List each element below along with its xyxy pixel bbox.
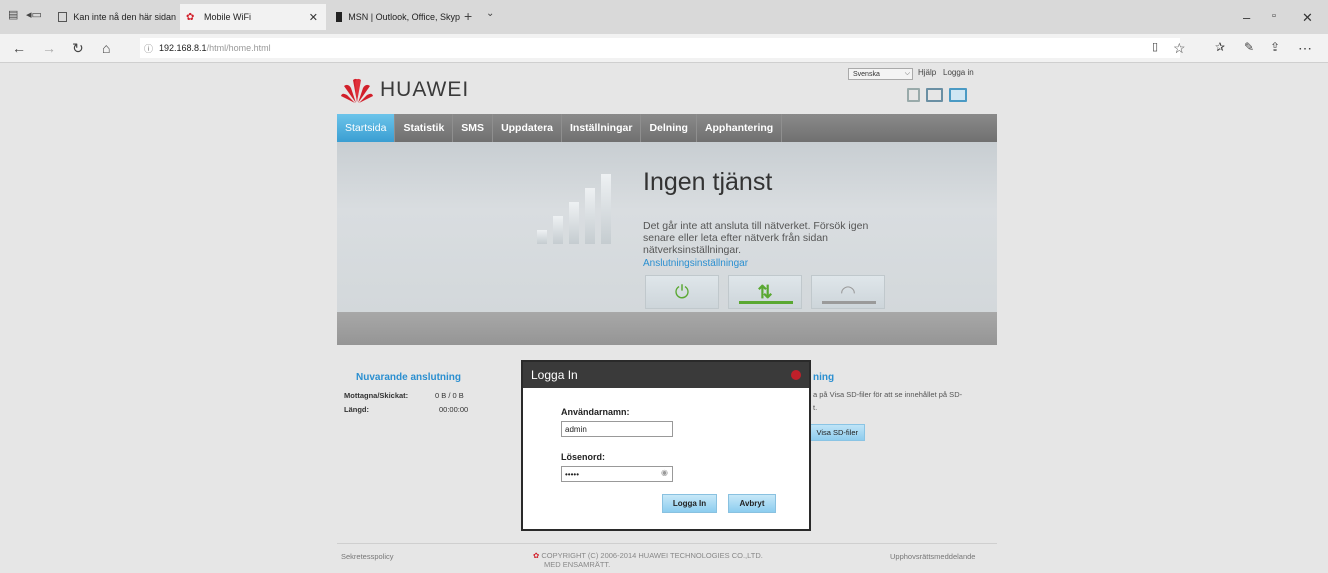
menu-statistik[interactable]: Statistik: [395, 114, 454, 142]
more-icon[interactable]: ⋯: [1298, 40, 1312, 57]
new-tab-icon[interactable]: +: [464, 8, 472, 24]
minimize-icon[interactable]: –: [1243, 10, 1250, 25]
show-password-icon[interactable]: ◉: [661, 468, 668, 477]
reading-view-icon[interactable]: ▯: [1152, 40, 1158, 53]
login-link[interactable]: Logga in: [943, 68, 974, 77]
home-icon[interactable]: ⌂: [102, 40, 110, 56]
username-label: Användarnamn:: [561, 407, 630, 417]
tab-msn[interactable]: MSN | Outlook, Office, Skyp: [330, 4, 460, 30]
data-transfer-icon: ⇅: [757, 281, 773, 302]
address-bar-row: ← → ↻ ⌂ ⓘ 192.168.8.1/html/home.html ▯ ☆…: [0, 34, 1328, 63]
device-icons: [907, 88, 967, 102]
brand-wordmark: HUAWEI: [380, 78, 470, 101]
phone-icon: [949, 88, 967, 102]
close-icon[interactable]: [791, 370, 801, 380]
refresh-icon[interactable]: ↻: [72, 40, 84, 57]
huawei-small-logo-icon: ✿: [533, 551, 540, 560]
copyright: ✿ COPYRIGHT (C) 2006-2014 HUAWEI TECHNOL…: [533, 551, 763, 569]
browser-tab-bar: ▤ ◂▭ Kan inte nå den här sidan ✿ Mobile …: [0, 0, 1328, 34]
tab-label: MSN | Outlook, Office, Skyp: [348, 12, 460, 22]
menu-apphantering[interactable]: Apphantering: [697, 114, 783, 142]
page-footer: Sekretesspolicy ✿ COPYRIGHT (C) 2006-201…: [337, 543, 997, 573]
restore-icon[interactable]: ▫: [1272, 10, 1276, 22]
language-value: Svenska: [853, 70, 880, 78]
tab-cant-reach[interactable]: Kan inte nå den här sidan: [52, 4, 176, 30]
sd-description-2: t.: [813, 403, 818, 412]
power-icon: ⏻: [674, 281, 690, 302]
data-status-underline: [739, 301, 793, 304]
menu-startsida[interactable]: Startsida: [337, 114, 396, 142]
url-host: 192.168.8.1: [159, 43, 207, 53]
wifi-icon: ◠: [840, 281, 856, 302]
password-label: Lösenord:: [561, 452, 605, 462]
tab-label: Kan inte nå den här sidan: [73, 12, 176, 22]
duration-label: Längd:: [344, 405, 369, 414]
back-icon[interactable]: ←: [12, 40, 26, 56]
current-connection-title: Nuvarande anslutning: [356, 372, 462, 383]
tab-list-chevron-icon[interactable]: ⌄: [486, 8, 494, 19]
duration-value: 00:00:00: [439, 405, 469, 414]
password-field[interactable]: [561, 466, 673, 482]
network-status-message: Det går inte att ansluta till nätverket.…: [643, 220, 869, 256]
copyright-notice-link[interactable]: Upphovsrättsmeddelande: [890, 552, 975, 561]
share-icon[interactable]: ⇪: [1270, 40, 1280, 54]
status-panel: Ingen tjänst Det går inte att ansluta ti…: [337, 142, 997, 312]
close-tab-icon[interactable]: ✕: [309, 11, 318, 24]
page-icon: [58, 12, 68, 22]
tab-mobile-wifi[interactable]: ✿ Mobile WiFi ✕: [180, 4, 326, 30]
favorites-hub-icon[interactable]: ✰: [1215, 40, 1225, 54]
login-dialog: Logga In Användarnamn: Lösenord: ◉ Logga…: [521, 360, 811, 531]
computer-icon: [907, 88, 920, 102]
msn-favicon-icon: [336, 12, 343, 22]
menu-delning[interactable]: Delning: [641, 114, 697, 142]
help-link[interactable]: Hjälp: [918, 68, 936, 77]
login-submit-button[interactable]: Logga In: [662, 494, 717, 513]
info-icon: ⓘ: [144, 43, 154, 54]
menu-installningar[interactable]: Inställningar: [562, 114, 642, 142]
tablet-icon: [926, 88, 943, 102]
menu-sms[interactable]: SMS: [453, 114, 494, 142]
sd-section-title: ning: [813, 372, 835, 383]
tab-label: Mobile WiFi: [204, 12, 252, 22]
power-button[interactable]: ⏻: [645, 275, 719, 309]
favorite-star-icon[interactable]: ☆: [1173, 40, 1186, 57]
tab-actions-icon[interactable]: ▤: [8, 8, 18, 21]
url-field[interactable]: ⓘ 192.168.8.1/html/home.html: [140, 38, 1180, 58]
huawei-logo: HUAWEI: [340, 76, 469, 104]
tab-preview-icon[interactable]: ◂▭: [26, 8, 42, 21]
sd-description: a på Visa SD-filer för att se innehållet…: [813, 390, 963, 399]
huawei-favicon-icon: ✿: [186, 12, 195, 23]
url-path: /html/home.html: [206, 43, 271, 53]
copyright-line-2: MED ENSAMRÄTT.: [544, 560, 611, 569]
mobile-data-button[interactable]: ⇅: [728, 275, 802, 309]
forward-icon[interactable]: →: [42, 40, 56, 56]
main-menu: Startsida Statistik SMS Uppdatera Instäl…: [337, 114, 997, 142]
wifi-button[interactable]: ◠: [811, 275, 885, 309]
received-sent-value: 0 B / 0 B: [435, 391, 464, 400]
network-status-title: Ingen tjänst: [643, 168, 773, 196]
received-sent-label: Mottagna/Skickat:: [344, 391, 409, 400]
login-dialog-header: Logga In: [523, 362, 809, 388]
huawei-flower-icon: [341, 78, 373, 103]
signal-strength-icon: [537, 172, 617, 244]
close-window-icon[interactable]: ✕: [1302, 10, 1313, 26]
login-dialog-title: Logga In: [531, 368, 578, 382]
menu-uppdatera[interactable]: Uppdatera: [493, 114, 562, 142]
cancel-button[interactable]: Avbryt: [728, 494, 776, 513]
language-select[interactable]: Svenska ⌵: [848, 68, 913, 80]
copyright-line-1: COPYRIGHT (C) 2006-2014 HUAWEI TECHNOLOG…: [541, 551, 763, 560]
wifi-status-underline: [822, 301, 876, 304]
chevron-down-icon: ⌵: [904, 70, 910, 77]
web-note-icon[interactable]: ✎: [1244, 40, 1254, 54]
username-field[interactable]: [561, 421, 673, 437]
panel-bottom-band: [337, 312, 997, 345]
connection-settings-link[interactable]: Anslutningsinställningar: [643, 258, 748, 269]
privacy-policy-link[interactable]: Sekretesspolicy: [341, 552, 394, 561]
